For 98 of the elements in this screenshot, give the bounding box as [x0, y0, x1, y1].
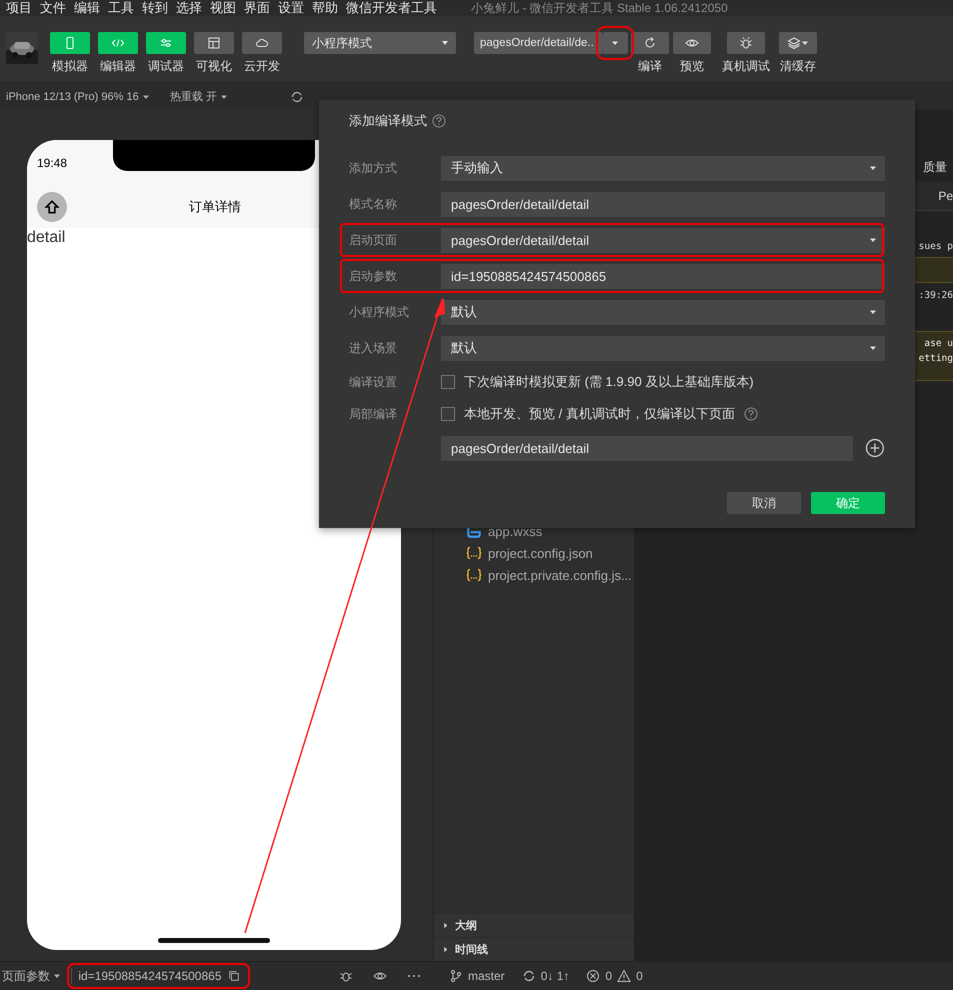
console-text: :39:26: [918, 290, 953, 300]
caret-icon: [869, 164, 877, 172]
device-select[interactable]: iPhone 12/13 (Pro) 96% 16: [6, 90, 150, 102]
cancel-button[interactable]: 取消: [727, 492, 801, 514]
field-label: 进入场景: [349, 340, 398, 356]
field-label: 启动页面: [349, 232, 398, 248]
compile-select[interactable]: pagesOrder/detail/de..: [474, 32, 602, 54]
git-branch[interactable]: master: [468, 969, 505, 983]
warning-count[interactable]: 0: [636, 969, 643, 983]
refresh-icon: [643, 36, 657, 50]
tool-label: 云开发: [244, 58, 280, 75]
error-count[interactable]: 0: [605, 969, 612, 983]
action-button[interactable]: [727, 32, 765, 54]
field-label: 添加方式: [349, 160, 398, 176]
window-title: 小兔鲜儿 - 微信开发者工具 Stable 1.06.2412050: [471, 1, 728, 15]
field-label: 编译设置: [349, 374, 398, 390]
caret-icon: [220, 93, 228, 102]
page-title: 订单详情: [189, 198, 241, 216]
action-button[interactable]: [673, 32, 711, 54]
caret-icon: [801, 39, 809, 47]
more-icon[interactable]: [407, 974, 421, 978]
braces-icon: [466, 545, 482, 561]
home-icon: [44, 199, 60, 215]
home-button[interactable]: [37, 192, 67, 222]
menu-item[interactable]: 选择: [176, 1, 202, 15]
branch-icon: [449, 969, 463, 983]
caret-icon: [869, 308, 877, 316]
tool-label: 编辑器: [100, 58, 136, 75]
tool-label: 调试器: [148, 58, 184, 75]
menu-item[interactable]: 界面: [244, 1, 270, 15]
bug-icon: [739, 36, 753, 50]
menu-item[interactable]: 转到: [142, 1, 168, 15]
menu-item[interactable]: 微信开发者工具: [346, 1, 437, 15]
tool-button[interactable]: [242, 32, 282, 54]
sync-icon: [522, 969, 536, 983]
select-field[interactable]: 默认: [441, 336, 885, 360]
action-button[interactable]: [631, 32, 669, 54]
select-field[interactable]: 手动输入: [441, 156, 885, 180]
tool-label: 可视化: [196, 58, 232, 75]
hot-reload-toggle[interactable]: 热重载 开: [170, 89, 228, 104]
select-field[interactable]: pagesOrder/detail/detail: [441, 228, 885, 252]
menu-item[interactable]: 视图: [210, 1, 236, 15]
checkbox[interactable]: [441, 407, 455, 421]
file-item[interactable]: project.config.json: [466, 542, 634, 564]
menu-item[interactable]: 编辑: [74, 1, 100, 15]
menu-item[interactable]: 工具: [108, 1, 134, 15]
file-item[interactable]: project.private.config.js...: [466, 564, 634, 586]
panel-section[interactable]: 时间线: [434, 937, 634, 961]
panel-tab[interactable]: 质量: [923, 158, 947, 176]
page-params-select[interactable]: 页面参数: [2, 968, 62, 984]
tool-label: 编译: [638, 58, 662, 75]
layers-icon: [787, 36, 801, 50]
action-button[interactable]: [779, 32, 817, 54]
mode-select[interactable]: 小程序模式: [304, 32, 456, 54]
menu-item[interactable]: 项目: [6, 1, 32, 15]
warning-icon: [617, 969, 632, 983]
refresh-icon[interactable]: [290, 90, 304, 104]
field-label: 小程序模式: [349, 304, 410, 320]
checkbox-label: 本地开发、预览 / 真机调试时，仅编译以下页面: [464, 405, 735, 423]
error-icon: [586, 969, 600, 983]
input-field[interactable]: id=1950885424574500865: [441, 264, 885, 288]
select-field[interactable]: 默认: [441, 300, 885, 324]
copy-icon: [228, 970, 240, 982]
caret-icon: [869, 344, 877, 352]
caret-icon: [142, 92, 150, 101]
console-text: sues p: [918, 240, 953, 252]
caret-icon: [869, 236, 877, 244]
menu-item[interactable]: 帮助: [312, 1, 338, 15]
field-label: 模式名称: [349, 196, 398, 212]
page-text: detail: [27, 228, 66, 248]
field-label: 启动参数: [349, 268, 398, 284]
input-field[interactable]: pagesOrder/detail/detail: [441, 436, 854, 460]
caret-icon: [53, 972, 62, 980]
cloud-icon: [255, 36, 269, 50]
page-params-field[interactable]: id=1950885424574500865: [71, 967, 246, 985]
braces-icon: [466, 567, 482, 583]
tool-label: 真机调试: [722, 58, 770, 75]
input-field[interactable]: pagesOrder/detail/detail: [441, 192, 885, 216]
add-icon[interactable]: [865, 438, 885, 458]
checkbox[interactable]: [441, 375, 455, 389]
tool-label: 模拟器: [52, 58, 88, 75]
caret-icon: [611, 39, 619, 47]
menu-item[interactable]: 设置: [278, 1, 304, 15]
dialog-title: 添加编译模式: [349, 112, 427, 130]
field-label: 局部编译: [349, 406, 398, 422]
sync-status[interactable]: 0↓ 1↑: [540, 969, 570, 983]
panel-section[interactable]: 大纲: [434, 913, 634, 937]
help-icon[interactable]: [744, 407, 758, 421]
help-icon[interactable]: [432, 114, 446, 128]
layout-icon: [207, 36, 221, 50]
file-item[interactable]: app.wxss: [466, 520, 634, 542]
tool-label: 预览: [680, 58, 704, 75]
status-time: 19:48: [37, 156, 68, 170]
sliders-icon: [159, 36, 173, 50]
tool-label: 清缓存: [780, 58, 816, 75]
tool-button[interactable]: [194, 32, 234, 54]
panel-tab[interactable]: Pe: [938, 189, 953, 203]
menu-item[interactable]: 文件: [40, 1, 66, 15]
